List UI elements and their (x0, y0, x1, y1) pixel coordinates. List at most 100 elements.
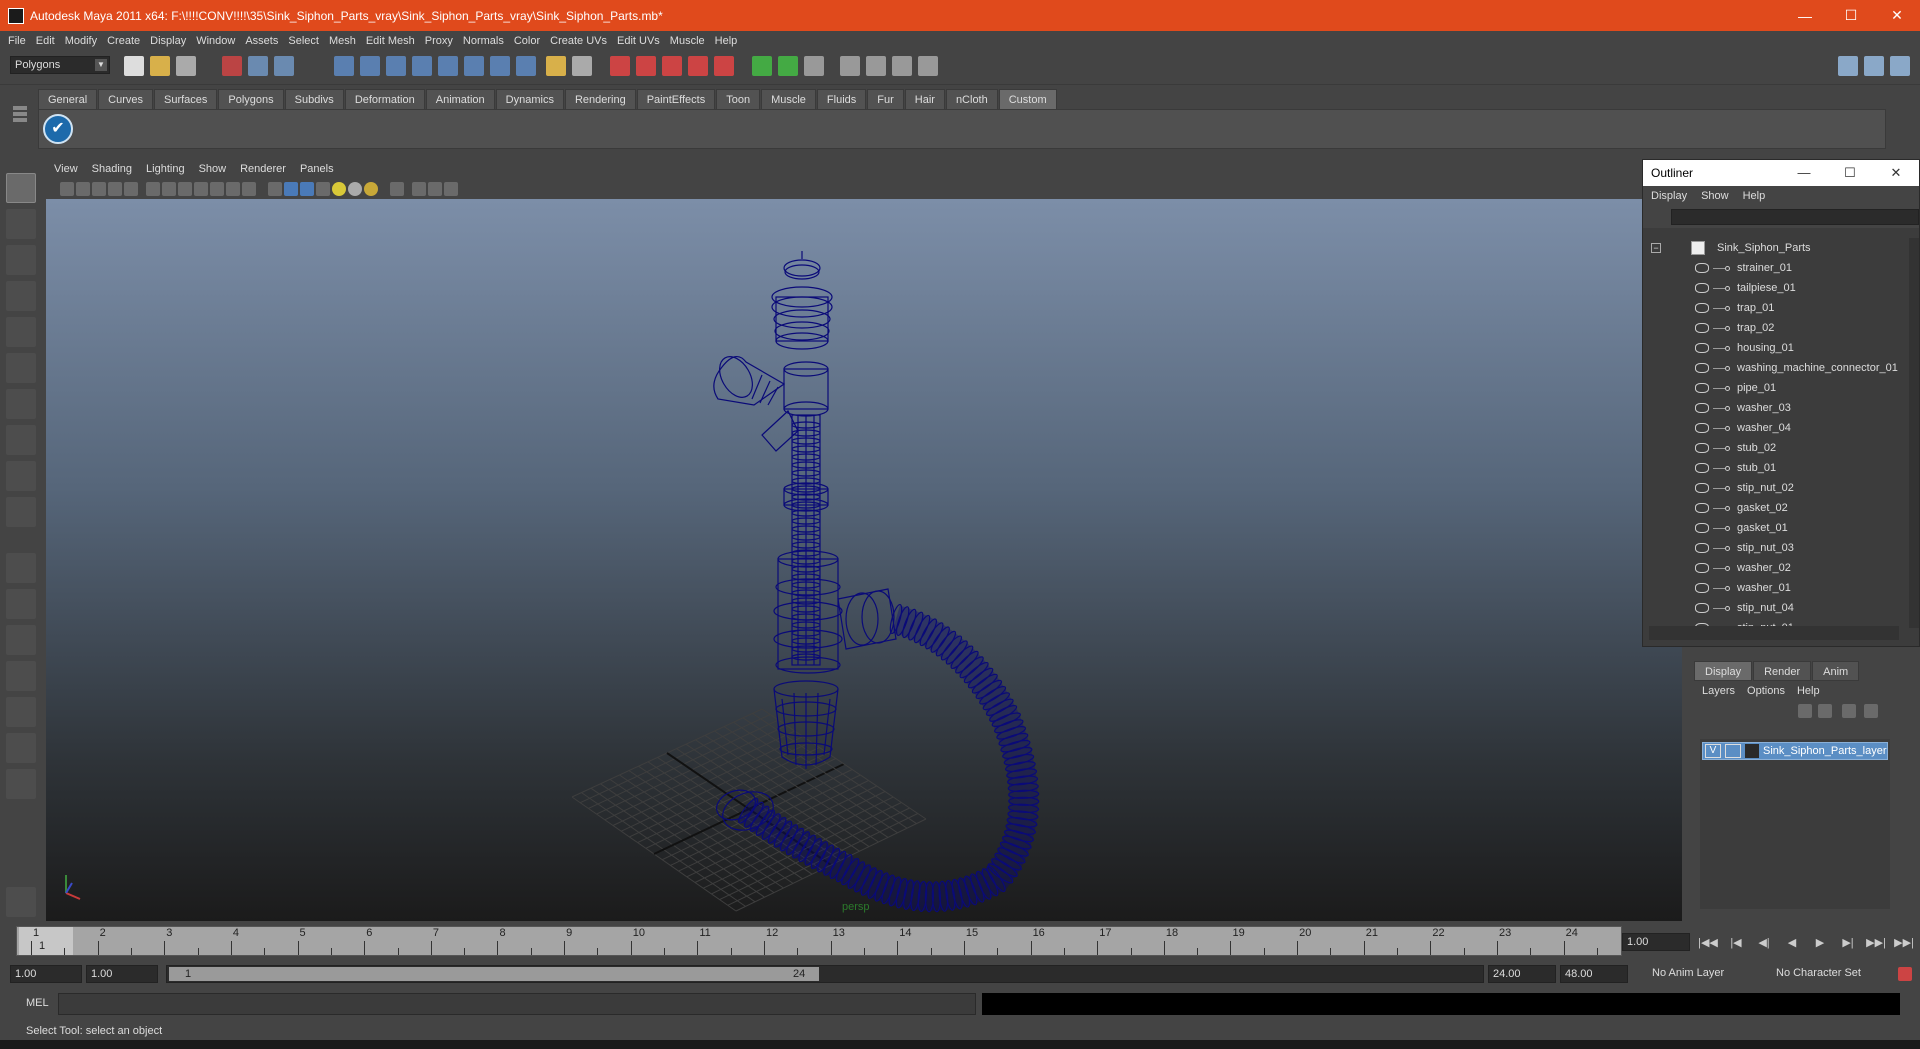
shelf-tab-toon[interactable]: Toon (716, 89, 761, 109)
character-set-dropdown[interactable]: No Character Set (1772, 965, 1890, 983)
auto-key-icon[interactable] (1898, 967, 1912, 981)
menu-color[interactable]: Color (514, 35, 540, 47)
go-to-start-button[interactable]: |◀◀ (1694, 933, 1722, 953)
modeling-toolkit-icon[interactable] (918, 56, 938, 76)
attribute-editor-icon[interactable] (840, 56, 860, 76)
layer-menu-options[interactable]: Options (1747, 685, 1785, 697)
step-back-key-button[interactable]: |◀ (1722, 933, 1750, 953)
single-perspective-layout-icon[interactable] (6, 553, 36, 583)
new-layer-selected-icon[interactable] (1864, 704, 1878, 718)
input-ops-icon[interactable] (636, 56, 656, 76)
grid-icon[interactable] (146, 182, 160, 196)
new-layer-icon[interactable] (1842, 704, 1856, 718)
soft-mod-tool-icon[interactable] (6, 425, 36, 455)
channel-box-icon[interactable] (892, 56, 912, 76)
command-input[interactable] (58, 993, 976, 1015)
render-settings-icon[interactable] (714, 56, 734, 76)
two-d-pan-icon[interactable] (124, 182, 138, 196)
persp-outliner-layout-icon[interactable] (6, 625, 36, 655)
menu-edit[interactable]: Edit (36, 35, 55, 47)
range-slider-handle[interactable]: 1 24 (169, 967, 819, 981)
move-tool-icon[interactable] (6, 281, 36, 311)
playback-start-field[interactable]: 1.00 (86, 965, 158, 983)
rotate-tool-icon[interactable] (6, 317, 36, 347)
gate-mask-icon[interactable] (194, 182, 208, 196)
textured-icon[interactable] (316, 182, 330, 196)
outliner-menu-show[interactable]: Show (1701, 190, 1729, 202)
layer-menu-help[interactable]: Help (1797, 685, 1820, 697)
shelf-tab-curves[interactable]: Curves (98, 89, 153, 109)
select-component-icon[interactable] (274, 56, 294, 76)
outliner-item[interactable]: gasket_01 (1643, 518, 1911, 538)
menu-create[interactable]: Create (107, 35, 140, 47)
layer-menu-layers[interactable]: Layers (1702, 685, 1735, 697)
share-icon[interactable] (444, 182, 458, 196)
paint-select-tool-icon[interactable] (6, 245, 36, 275)
wireframe-on-shaded-icon[interactable] (300, 182, 314, 196)
persp-graph-layout-icon[interactable] (6, 661, 36, 691)
outliner-item[interactable]: stip_nut_03 (1643, 538, 1911, 558)
new-scene-icon[interactable] (124, 56, 144, 76)
outliner-item[interactable]: stub_01 (1643, 458, 1911, 478)
shelf-tab-rendering[interactable]: Rendering (564, 89, 636, 109)
outliner-maximize-button[interactable]: ☐ (1827, 160, 1873, 186)
bookmark-icon[interactable] (92, 182, 106, 196)
ipr-icon[interactable] (688, 56, 708, 76)
outliner-item[interactable]: housing_01 (1643, 338, 1911, 358)
lasso-tool-icon[interactable] (6, 209, 36, 239)
play-forwards-button[interactable]: ▶ (1806, 933, 1834, 953)
show-manipulator-icon[interactable] (6, 461, 36, 491)
menu-edit-uvs[interactable]: Edit UVs (617, 35, 660, 47)
viewport-menu-panels[interactable]: Panels (300, 163, 334, 175)
outliner-item[interactable]: strainer_01 (1643, 258, 1911, 278)
open-scene-icon[interactable] (150, 56, 170, 76)
construction-history-icon[interactable] (610, 56, 630, 76)
show-attribute-editor-icon[interactable] (1838, 56, 1858, 76)
menu-window[interactable]: Window (196, 35, 235, 47)
wireframe-icon[interactable] (268, 182, 282, 196)
outliner-item[interactable]: washer_04 (1643, 418, 1911, 438)
play-backwards-button[interactable]: ◀ (1778, 933, 1806, 953)
scale-tool-icon[interactable] (6, 353, 36, 383)
ipr-render-icon[interactable] (778, 56, 798, 76)
animation-start-field[interactable]: 1.00 (10, 965, 82, 983)
anim-layer-dropdown[interactable]: No Anim Layer (1648, 965, 1758, 983)
outliner-menu-display[interactable]: Display (1651, 190, 1687, 202)
layer-row[interactable]: V Sink_Siphon_Parts_layer (1702, 742, 1888, 760)
camera-icon[interactable] (60, 182, 74, 196)
save-scene-icon[interactable] (176, 56, 196, 76)
default-light-icon[interactable] (332, 182, 346, 196)
layer-visibility-toggle[interactable]: V (1705, 744, 1721, 758)
step-forward-frame-button[interactable]: ▶| (1834, 933, 1862, 953)
outliner-vertical-scrollbar[interactable] (1909, 238, 1919, 628)
outliner-item[interactable]: pipe_01 (1643, 378, 1911, 398)
shelf-tab-dynamics[interactable]: Dynamics (495, 89, 564, 109)
shelf-tab-fluids[interactable]: Fluids (816, 89, 867, 109)
command-language-label[interactable]: MEL (26, 997, 49, 1009)
layer-tab-anim[interactable]: Anim (1812, 661, 1860, 681)
shelf-tab-polygons[interactable]: Polygons (218, 89, 284, 109)
outliner-horizontal-scrollbar[interactable] (1649, 626, 1899, 640)
menu-help[interactable]: Help (715, 35, 738, 47)
select-tool-icon[interactable] (6, 173, 36, 203)
current-frame-field[interactable]: 1.00 (1622, 933, 1690, 951)
snap-plane-icon[interactable] (412, 56, 432, 76)
mode-select-dropdown[interactable]: Polygons ▼ (10, 56, 110, 74)
show-channel-box-icon[interactable] (1890, 56, 1910, 76)
outliner-item[interactable]: stip_nut_04 (1643, 598, 1911, 618)
outliner-item[interactable]: stub_02 (1643, 438, 1911, 458)
outliner-item[interactable]: washing_machine_connector_01 (1643, 358, 1911, 378)
select-hierarchy-icon[interactable] (222, 56, 242, 76)
layer-tab-render[interactable]: Render (1753, 661, 1812, 681)
last-tool-icon[interactable] (6, 497, 36, 527)
quick-layout-icon[interactable] (6, 887, 36, 917)
film-gate-icon[interactable] (162, 182, 176, 196)
outliner-item[interactable]: trap_02 (1643, 318, 1911, 338)
step-back-frame-button[interactable]: ◀| (1750, 933, 1778, 953)
menu-select[interactable]: Select (288, 35, 319, 47)
all-lights-icon[interactable] (348, 182, 362, 196)
move-layer-up-icon[interactable] (1798, 704, 1812, 718)
output-ops-icon[interactable] (662, 56, 682, 76)
shelf-tab-custom[interactable]: Custom (998, 89, 1057, 109)
outliner-menu-help[interactable]: Help (1743, 190, 1766, 202)
